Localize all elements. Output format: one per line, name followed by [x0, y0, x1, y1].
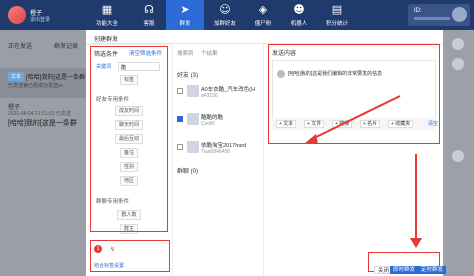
- message-text[interactable]: [哈哈]我的[这是我们编辑的非常要发的信息: [288, 70, 382, 77]
- friend-checkbox[interactable]: [177, 88, 183, 94]
- send-time: 2021-08-04 21:51:53 已发送: [8, 111, 71, 117]
- side-icon[interactable]: [452, 150, 464, 162]
- result-count: 个结果: [201, 51, 218, 57]
- friend-checkbox[interactable]: [177, 144, 183, 150]
- friend-avatar: [187, 113, 199, 125]
- nav-label: 积分统计: [325, 21, 348, 27]
- nav-customer-service[interactable]: ☊ 客服: [130, 0, 168, 30]
- avatar[interactable]: [8, 6, 26, 24]
- friend-avatar: [187, 141, 199, 153]
- nav-mass-send[interactable]: ➤ 群发: [166, 0, 204, 30]
- list-item[interactable]: 橙子 2021-08-04 21:51:53 已发送 [哈哈]我的[这是一条群: [0, 100, 92, 130]
- account-bar: [414, 17, 450, 20]
- create-mass-send-dialog: 创建群发 筛选条件 清空筛选条件 关键词 酷 标签 好友专用条件 成友时间 聊天时间最…: [86, 30, 447, 276]
- add-text-button[interactable]: + 文本: [276, 120, 297, 128]
- dialog-header: 创建群发: [86, 30, 443, 44]
- dialog-title: 创建群发: [94, 37, 119, 43]
- step-number-badge: 1: [94, 245, 102, 253]
- top-nav-bar: 橙子 退出登录 ▦ 功能大全 ☊ 客服 ➤ 群发 ☺ 加群好友 ◈ 僵尸粉 ☻ …: [0, 0, 474, 30]
- friends-section-header[interactable]: 好友 (3): [177, 70, 198, 79]
- nav-robot[interactable]: ☻ 机器人: [280, 0, 318, 30]
- friend-checkbox[interactable]: [177, 116, 183, 122]
- annotation-arrow-down: [410, 154, 422, 248]
- side-icon[interactable]: [452, 38, 464, 50]
- robot-icon: ☻: [293, 3, 305, 16]
- user-brand[interactable]: 橙子 退出登录: [6, 4, 82, 26]
- compose-title: 发送内容: [272, 51, 297, 57]
- send-count: 已发送第已经成功发送xx: [8, 83, 64, 89]
- nav-label: 加群好友: [213, 21, 236, 27]
- nav-add-friends[interactable]: ☺ 加群好友: [206, 0, 244, 30]
- side-icon[interactable]: [452, 58, 464, 70]
- loading-icon: ↯: [110, 247, 116, 253]
- friend-avatar: [187, 85, 199, 97]
- right-side-strip: [442, 30, 474, 276]
- nav-zombie-fans[interactable]: ◈ 僵尸粉: [244, 0, 282, 30]
- send-now-button[interactable]: 即时群发: [390, 266, 419, 274]
- schedule-send-button[interactable]: 定时群发: [418, 266, 447, 274]
- ghost-icon: ◈: [258, 3, 268, 16]
- nav-points-stats[interactable]: ▤ 积分统计: [318, 0, 356, 30]
- nav-label: 客服: [143, 21, 155, 27]
- clear-content-link[interactable]: 清空: [428, 120, 438, 127]
- nav-feature-list[interactable]: ▦ 功能大全: [88, 0, 126, 30]
- friend-name: 酷酷的酷: [201, 115, 224, 121]
- message-preview: [哈哈]我的[这是一条群: [8, 120, 77, 127]
- nav-label: 僵尸粉: [254, 21, 272, 27]
- highlight-filters: [90, 46, 168, 232]
- tab-send-records[interactable]: 群发记录: [54, 41, 78, 50]
- nav-label: 功能大全: [95, 21, 118, 27]
- tag-settings-link[interactable]: 结合标签设置: [94, 262, 124, 269]
- grid-icon: ▦: [101, 3, 113, 16]
- groups-section-header[interactable]: 群聊 (0): [177, 166, 198, 175]
- friend-account: a43156: [201, 93, 218, 99]
- friend-account: Tian0846456: [201, 149, 231, 155]
- list-item[interactable]: 文本 [哈哈]我的[这是一条群 已发送第已经成功发送xx: [0, 68, 92, 98]
- account-id: ID:: [414, 8, 422, 14]
- account-avatar[interactable]: [452, 7, 467, 22]
- send-history-panel: 正在发送 群发记录 文本 [哈哈]我的[这是一条群 已发送第已经成功发送xx 橙…: [0, 30, 92, 276]
- message-icon: [277, 70, 285, 78]
- chart-icon: ▤: [331, 3, 343, 16]
- friend-results-panel: 搜索到 个结果 好友 (3) A0车衣酷_汽车改色(H a43156 酷酷的酷 Coo…: [172, 44, 264, 276]
- tab-sending[interactable]: 正在发送: [8, 41, 32, 50]
- search-result-label: 搜索到: [177, 51, 194, 57]
- send-icon: ➤: [180, 3, 190, 16]
- logout-link[interactable]: 退出登录: [30, 16, 50, 23]
- headset-icon: ☊: [144, 3, 154, 16]
- add-friend-icon: ☺: [219, 3, 231, 16]
- nav-label: 群发: [179, 21, 191, 27]
- friend-account: CoolR: [201, 121, 215, 127]
- account-panel[interactable]: ID:: [408, 4, 470, 26]
- nav-label: 机器人: [290, 21, 308, 27]
- type-badge: 文本: [8, 72, 25, 81]
- friend-name: 依酷淘宝2017hard: [201, 143, 247, 149]
- annotation-arrow: [304, 95, 401, 144]
- friend-name: A0车衣酷_汽车改色(H: [201, 87, 256, 93]
- history-tabs: 正在发送 群发记录: [0, 38, 92, 52]
- message-preview: [哈哈]我的[这是一条群: [26, 75, 86, 81]
